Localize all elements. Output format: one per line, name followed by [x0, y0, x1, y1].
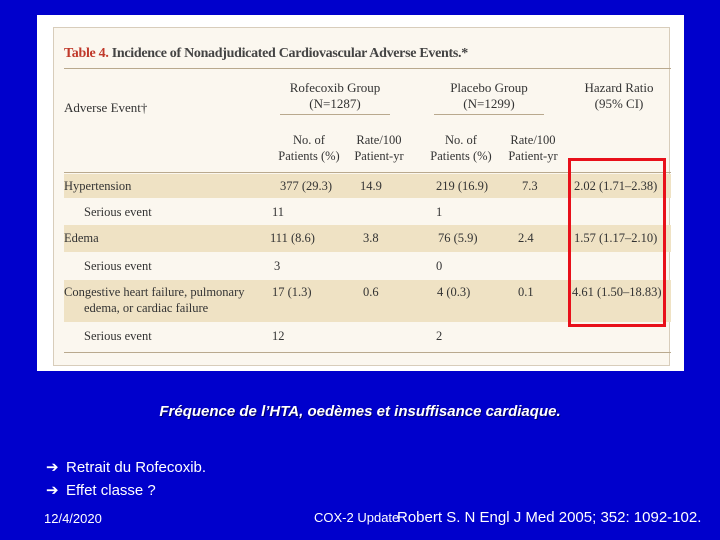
adverse-event-header: Adverse Event† [64, 100, 148, 115]
slide-caption: Fréquence de l’HTA, oedèmes et insuffisa… [159, 403, 561, 420]
rofe-count: 12 [272, 329, 285, 343]
bullet-text: Retrait du Rofecoxib. [66, 459, 207, 476]
plac-count: 219 (16.9) [436, 179, 489, 193]
rofe-rate-header: Rate/100 Patient-yr [348, 132, 410, 164]
right-arrow-icon: ➔ [46, 459, 59, 476]
plac-rate: 0.1 [518, 285, 534, 299]
footer-reference: Robert S. N Engl J Med 2005; 352: 1092-1… [397, 509, 702, 526]
footer-date: 12/4/2020 [44, 511, 102, 526]
footer-slide-title: COX-2 Update [314, 510, 400, 525]
hazard-ratio-label: Hazard Ratio [584, 80, 654, 95]
bullet-item: ➔ Retrait du Rofecoxib. [46, 458, 206, 476]
plac-patients-pct: Patients (%) [430, 149, 492, 163]
rofe-rate: 14.9 [360, 179, 382, 193]
bullet-text: Effet classe ? [66, 482, 156, 499]
plac-rate: 7.3 [522, 179, 538, 193]
hazard-ratio-highlight-box [568, 158, 666, 327]
title-rule [64, 68, 671, 69]
row-label: Hypertension [64, 179, 132, 193]
plac-rate: 2.4 [518, 231, 534, 245]
rofe-patient-yr: Patient-yr [354, 149, 404, 163]
rofe-rate: 0.6 [363, 285, 379, 299]
row-label: Edema [64, 231, 99, 245]
rofe-rate100: Rate/100 [356, 133, 402, 147]
rofe-count: 17 (1.3) [272, 285, 312, 299]
plac-count: 1 [436, 205, 443, 219]
rofe-count: 11 [272, 205, 285, 219]
rofe-no-header: No. of Patients (%) [272, 132, 346, 164]
rofecoxib-group-rule [280, 114, 390, 115]
table-title-text: Incidence of Nonadjudicated Cardiovascul… [111, 46, 468, 61]
table-number: Table 4. [64, 46, 109, 61]
row-label: Serious event [84, 205, 152, 219]
plac-no-header: No. of Patients (%) [424, 132, 498, 164]
hazard-ratio-header: Hazard Ratio (95% CI) [574, 80, 664, 112]
hazard-ratio-ci: (95% CI) [594, 96, 644, 111]
rofe-count: 3 [274, 259, 281, 273]
row-label: Congestive heart failure, pulmonary [64, 285, 245, 299]
plac-count: 76 (5.9) [438, 231, 478, 245]
rofecoxib-group-label: Rofecoxib Group [289, 80, 381, 95]
plac-count: 0 [436, 259, 443, 273]
plac-patient-yr: Patient-yr [508, 149, 558, 163]
rofe-no-of: No. of [293, 133, 325, 147]
row-label-continued: edema, or cardiac failure [84, 301, 209, 315]
rofe-patients-pct: Patients (%) [278, 149, 340, 163]
row-label: Serious event [84, 259, 152, 273]
plac-count: 2 [436, 329, 443, 343]
rofe-count: 377 (29.3) [280, 179, 333, 193]
rofe-count: 111 (8.6) [270, 231, 315, 245]
placebo-group-header: Placebo Group (N=1299) [434, 80, 544, 112]
plac-no-of: No. of [445, 133, 477, 147]
plac-rate-header: Rate/100 Patient-yr [502, 132, 564, 164]
rofecoxib-group-header: Rofecoxib Group (N=1287) [280, 80, 390, 112]
placebo-group-n: (N=1299) [463, 96, 515, 111]
rofe-rate: 3.8 [363, 231, 379, 245]
plac-count: 4 (0.3) [437, 285, 471, 299]
rofecoxib-group-n: (N=1287) [309, 96, 361, 111]
placebo-group-rule [434, 114, 544, 115]
row-label: Serious event [84, 329, 152, 343]
table-bottom-rule [64, 352, 671, 353]
right-arrow-icon: ➔ [46, 482, 59, 499]
placebo-group-label: Placebo Group [450, 80, 528, 95]
bullet-item: ➔ Effet classe ? [46, 481, 156, 499]
plac-rate100: Rate/100 [510, 133, 556, 147]
table-title: Table 4. Incidence of Nonadjudicated Car… [64, 46, 468, 62]
